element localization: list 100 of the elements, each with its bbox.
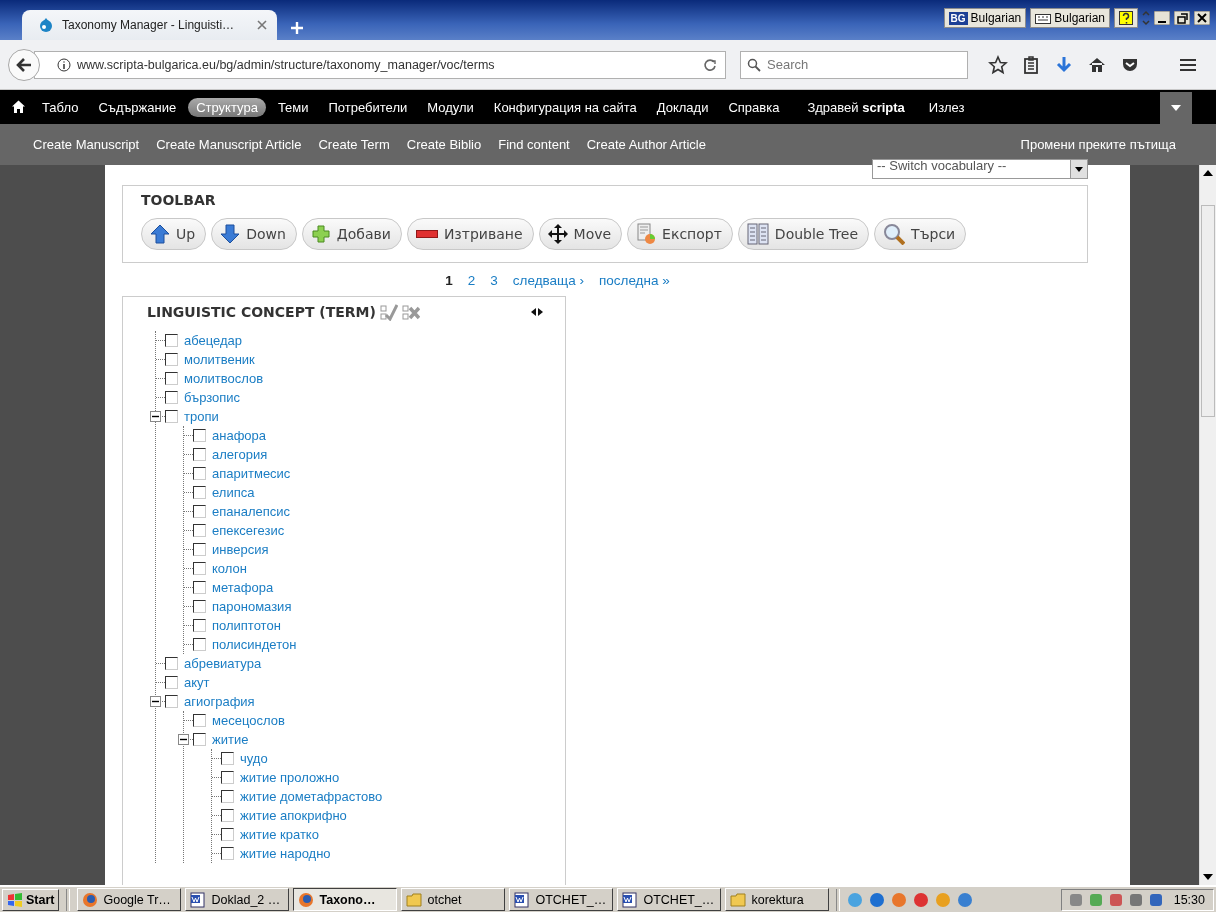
- menu-item[interactable]: Табло: [34, 97, 87, 117]
- checkbox[interactable]: [165, 676, 178, 689]
- edit-shortcuts-link[interactable]: Промени преките пътища: [1020, 137, 1176, 152]
- shortcut-link[interactable]: Create Term: [318, 137, 390, 152]
- term-link[interactable]: тропи: [184, 409, 219, 424]
- keyboard-button[interactable]: Bulgarian: [1030, 8, 1110, 28]
- toolbar-button[interactable]: Експорт: [627, 218, 733, 250]
- checkbox[interactable]: [193, 505, 206, 518]
- checkbox[interactable]: [193, 733, 206, 746]
- help-button[interactable]: [1114, 8, 1138, 28]
- shortcut-link[interactable]: Find content: [498, 137, 570, 152]
- term-link[interactable]: епексегезис: [212, 523, 285, 538]
- term-link[interactable]: чудо: [240, 751, 268, 766]
- checkbox[interactable]: [193, 467, 206, 480]
- term-link[interactable]: епаналепсис: [212, 504, 291, 519]
- checkbox[interactable]: [165, 657, 178, 670]
- taskbar-button[interactable]: otchet: [401, 888, 506, 911]
- checkbox[interactable]: [193, 638, 206, 651]
- toolbar-button[interactable]: Double Tree: [737, 218, 870, 250]
- term-link[interactable]: полисиндетон: [212, 637, 297, 652]
- info-icon[interactable]: [57, 57, 71, 72]
- scroll-up-icon[interactable]: [1203, 169, 1213, 177]
- taskbar-button[interactable]: Google Tr…: [77, 888, 182, 911]
- home-icon[interactable]: [12, 100, 25, 113]
- checkbox[interactable]: [165, 334, 178, 347]
- deselect-all-icon[interactable]: [401, 303, 420, 321]
- shortcut-link[interactable]: Create Manuscript Article: [156, 137, 302, 152]
- term-link[interactable]: метафора: [212, 580, 274, 595]
- address-field[interactable]: www.scripta-bulgarica.eu/bg/admin/structure/taxonomy_manager/voc/terms: [34, 50, 726, 79]
- checkbox[interactable]: [221, 771, 234, 784]
- download-icon[interactable]: [1054, 54, 1074, 75]
- pager-link[interactable]: 1: [445, 273, 453, 288]
- menu-item[interactable]: Потребители: [320, 97, 416, 117]
- shortcut-link[interactable]: Create Biblio: [406, 137, 482, 152]
- language-button[interactable]: BG Bulgarian: [943, 8, 1027, 28]
- back-button[interactable]: [8, 48, 40, 81]
- logout-link[interactable]: Излез: [920, 99, 973, 115]
- checkbox[interactable]: [193, 581, 206, 594]
- term-link[interactable]: парономазия: [212, 599, 292, 614]
- close-icon[interactable]: [1194, 11, 1210, 25]
- toolbar-button[interactable]: Move: [538, 218, 623, 250]
- toolbar-button[interactable]: Down: [211, 218, 297, 250]
- checkbox[interactable]: [165, 695, 178, 708]
- pager-link[interactable]: следваща ›: [512, 273, 584, 288]
- checkbox[interactable]: [221, 828, 234, 841]
- toolbar-button[interactable]: Изтриване: [406, 218, 534, 250]
- term-link[interactable]: житие народно: [240, 846, 331, 861]
- checkbox[interactable]: [221, 847, 234, 860]
- shortcut-link[interactable]: Create Author Article: [586, 137, 706, 152]
- checkbox[interactable]: [193, 524, 206, 537]
- checkbox[interactable]: [221, 752, 234, 765]
- checkbox[interactable]: [193, 600, 206, 613]
- term-link[interactable]: житие: [212, 732, 249, 747]
- term-link[interactable]: житие проложно: [240, 770, 340, 785]
- menu-item[interactable]: Теми: [269, 97, 317, 117]
- pager-link[interactable]: 2: [467, 273, 476, 288]
- taskbar-button[interactable]: korektura: [725, 888, 830, 911]
- term-link[interactable]: молитвеник: [184, 352, 255, 367]
- checkbox[interactable]: [165, 372, 178, 385]
- term-link[interactable]: житие кратко: [240, 827, 319, 842]
- term-link[interactable]: житие апокрифно: [240, 808, 347, 823]
- checkbox[interactable]: [165, 391, 178, 404]
- term-link[interactable]: житие дометафрастово: [240, 789, 383, 804]
- menu-item[interactable]: Структура: [188, 97, 266, 117]
- checkbox[interactable]: [165, 353, 178, 366]
- collapse-button[interactable]: [178, 734, 189, 745]
- taskbar-button[interactable]: OTCHET_…: [617, 888, 722, 911]
- vocabulary-select[interactable]: -- Switch vocabulary --: [872, 159, 1088, 179]
- term-link[interactable]: абревиатура: [184, 656, 262, 671]
- restore-icon[interactable]: [1174, 11, 1190, 25]
- search-field[interactable]: Search: [740, 50, 968, 79]
- term-link[interactable]: елипса: [212, 485, 255, 500]
- checkbox[interactable]: [221, 809, 234, 822]
- menu-item[interactable]: Доклади: [648, 97, 717, 117]
- reload-icon[interactable]: [703, 57, 717, 72]
- pager-link[interactable]: последна »: [598, 273, 670, 288]
- term-link[interactable]: апаритмесис: [212, 466, 291, 481]
- pager-link[interactable]: 3: [490, 273, 498, 288]
- menu-item[interactable]: Съдържание: [90, 97, 185, 117]
- term-link[interactable]: абецедар: [184, 333, 243, 348]
- term-link[interactable]: алегория: [212, 447, 268, 462]
- collapse-button[interactable]: [150, 411, 161, 422]
- toolbar-button[interactable]: Up: [141, 218, 207, 250]
- menu-item[interactable]: Справка: [720, 97, 788, 117]
- start-button[interactable]: Start: [2, 888, 60, 911]
- taskbar-button[interactable]: OTCHET_…: [509, 888, 614, 911]
- minimize-icon[interactable]: [1154, 11, 1170, 25]
- checkbox[interactable]: [165, 410, 178, 423]
- browser-tab[interactable]: Taxonomy Manager - Linguisti…: [22, 10, 277, 40]
- new-tab-button[interactable]: [291, 22, 303, 34]
- checkbox[interactable]: [193, 714, 206, 727]
- term-link[interactable]: полиптотон: [212, 618, 281, 633]
- circle-icon[interactable]: [913, 891, 930, 908]
- shortcuts-toggle-button[interactable]: [1160, 92, 1192, 124]
- scrollbar[interactable]: [1199, 165, 1216, 885]
- term-link[interactable]: акут: [184, 675, 210, 690]
- scroll-thumb[interactable]: [1201, 205, 1215, 417]
- toolbar-button[interactable]: Добави: [301, 218, 402, 250]
- term-link[interactable]: инверсия: [212, 542, 269, 557]
- checkbox[interactable]: [193, 562, 206, 575]
